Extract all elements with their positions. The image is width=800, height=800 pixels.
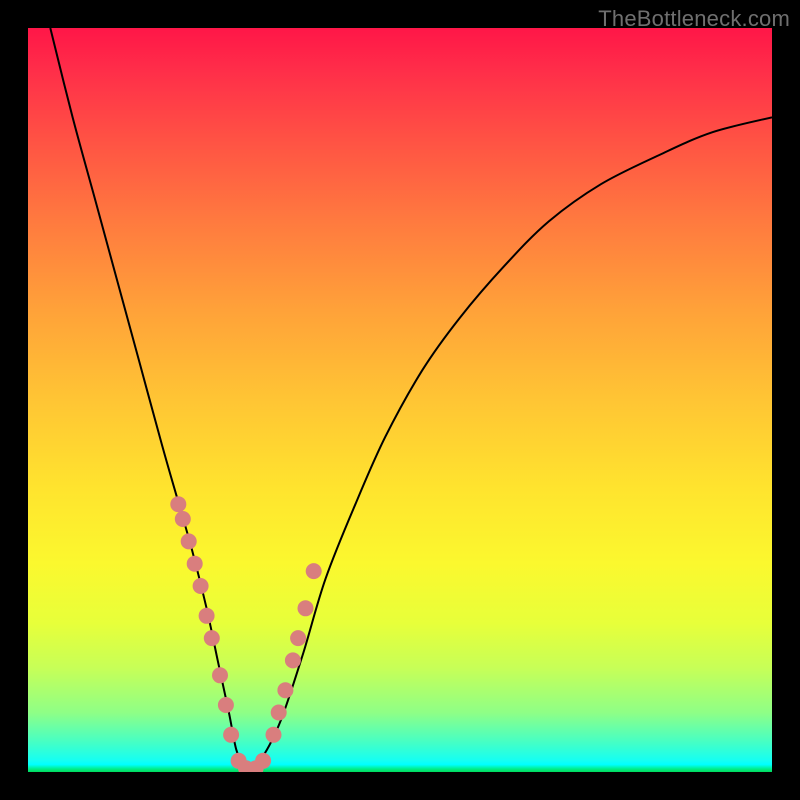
marker-dot xyxy=(170,496,186,512)
marker-dot xyxy=(212,667,228,683)
marker-dot xyxy=(277,682,293,698)
marker-dot xyxy=(199,608,215,624)
marker-dot xyxy=(266,727,282,743)
marker-dot xyxy=(223,727,239,743)
marker-dot xyxy=(290,630,306,646)
marker-dot xyxy=(255,753,271,769)
marker-dot xyxy=(204,630,220,646)
marker-dot xyxy=(175,511,191,527)
chart-frame: TheBottleneck.com xyxy=(0,0,800,800)
marker-dot xyxy=(218,697,234,713)
curve-path xyxy=(50,28,772,766)
marker-dot xyxy=(285,652,301,668)
marker-layer xyxy=(170,496,321,772)
marker-dot xyxy=(271,705,287,721)
bottleneck-curve xyxy=(28,28,772,772)
plot-area xyxy=(28,28,772,772)
marker-dot xyxy=(181,533,197,549)
marker-dot xyxy=(193,578,209,594)
marker-dot xyxy=(298,600,314,616)
watermark-label: TheBottleneck.com xyxy=(598,6,790,32)
marker-dot xyxy=(306,563,322,579)
marker-dot xyxy=(187,556,203,572)
